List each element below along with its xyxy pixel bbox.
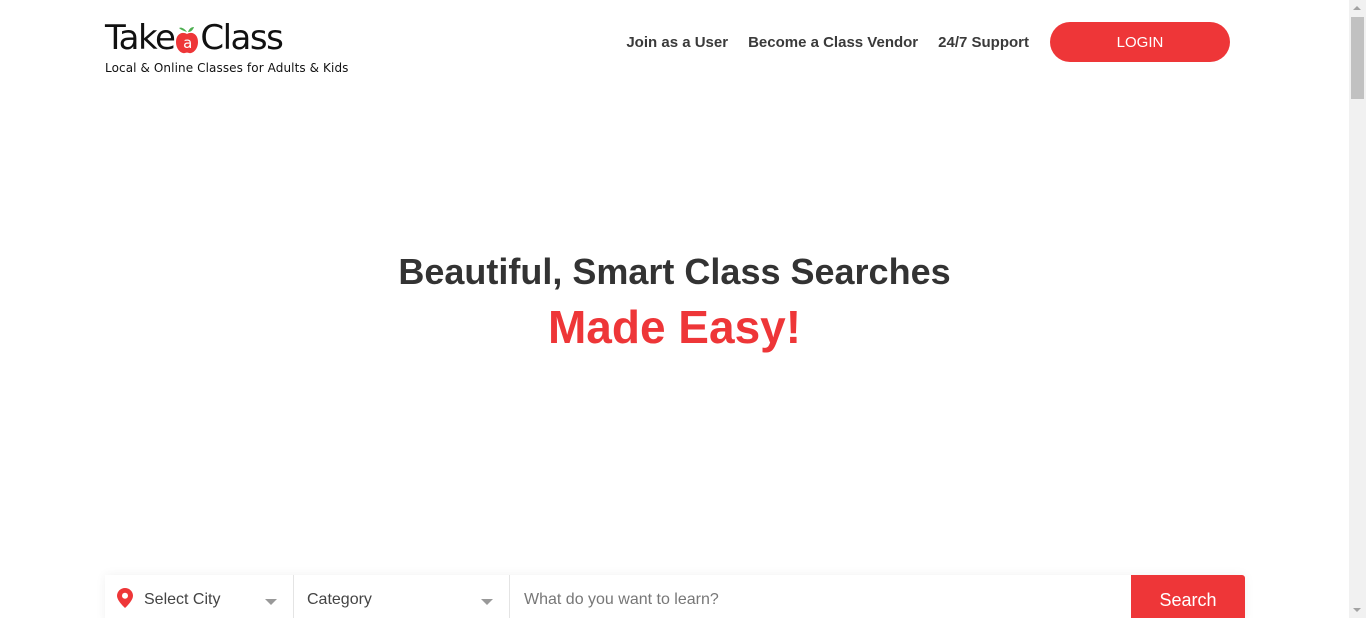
site-header: Take a Class Local & Online Classes for … [0,0,1349,95]
map-pin-icon [117,587,133,613]
city-select-label: Select City [144,591,221,608]
nav-support-link[interactable]: 24/7 Support [938,34,1029,51]
logo-text-take: Take [105,18,176,58]
scroll-down-arrow-icon[interactable] [1353,608,1361,612]
main-nav: Join as a User Become a Class Vendor 24/… [606,22,1230,62]
hero-title: Beautiful, Smart Class Searches [398,251,951,292]
chevron-down-icon [265,599,277,605]
logo-wordmark: Take a Class [105,18,349,58]
logo-text-class: Class [200,18,283,58]
scrollbar-thumb[interactable] [1351,17,1364,99]
scroll-up-arrow-icon[interactable] [1353,6,1361,10]
apple-logo-icon: a [175,24,199,54]
category-select[interactable]: Category [294,575,510,618]
learn-search-input[interactable] [510,575,1131,618]
category-select-label: Category [307,591,372,608]
login-button[interactable]: LOGIN [1050,22,1230,62]
hero-section: Beautiful, Smart Class Searches Made Eas… [0,248,1349,356]
chevron-down-icon [481,599,493,605]
nav-become-vendor-link[interactable]: Become a Class Vendor [748,34,918,51]
logo-apple-letter: a [184,34,192,52]
nav-join-user-link[interactable]: Join as a User [626,34,728,51]
site-tagline: Local & Online Classes for Adults & Kids [105,61,349,75]
class-search-bar: Select City Category Search [105,575,1245,618]
site-logo[interactable]: Take a Class Local & Online Classes for … [105,18,349,75]
search-button[interactable]: Search [1131,575,1245,618]
city-select[interactable]: Select City [105,575,294,618]
hero-subtitle: Made Easy! [547,301,802,353]
page-scrollbar[interactable] [1349,0,1366,618]
